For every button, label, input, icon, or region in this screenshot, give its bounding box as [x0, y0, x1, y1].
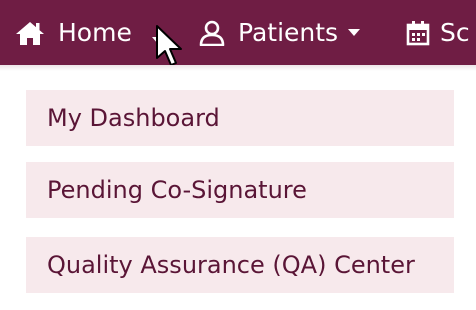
nav-schedule[interactable]: Sc: [406, 0, 470, 65]
patients-dropdown-menu: My Dashboard Pending Co-Signature Qualit…: [0, 65, 476, 310]
nav-schedule-label: Sc: [440, 18, 470, 47]
menu-item-qa-center[interactable]: Quality Assurance (QA) Center: [26, 237, 454, 293]
menu-item-label: Quality Assurance (QA) Center: [47, 251, 415, 279]
home-icon: [14, 20, 46, 46]
caret-down-icon: [348, 28, 361, 37]
menu-item-label: My Dashboard: [47, 104, 220, 132]
nav-patients[interactable]: Patients: [199, 0, 373, 65]
calendar-icon: [406, 20, 430, 46]
caret-down-icon[interactable]: [152, 30, 164, 49]
nav-home-label: Home: [58, 18, 132, 47]
nav-patients-label: Patients: [238, 18, 339, 47]
menu-item-my-dashboard[interactable]: My Dashboard: [26, 90, 454, 146]
top-navbar: Home Patients Sc: [0, 0, 476, 66]
menu-item-pending-co-signature[interactable]: Pending Co-Signature: [26, 162, 454, 218]
nav-home[interactable]: Home: [14, 0, 132, 65]
dropdown-shadow: [0, 65, 476, 71]
menu-item-label: Pending Co-Signature: [47, 176, 307, 204]
user-icon: [199, 20, 225, 46]
